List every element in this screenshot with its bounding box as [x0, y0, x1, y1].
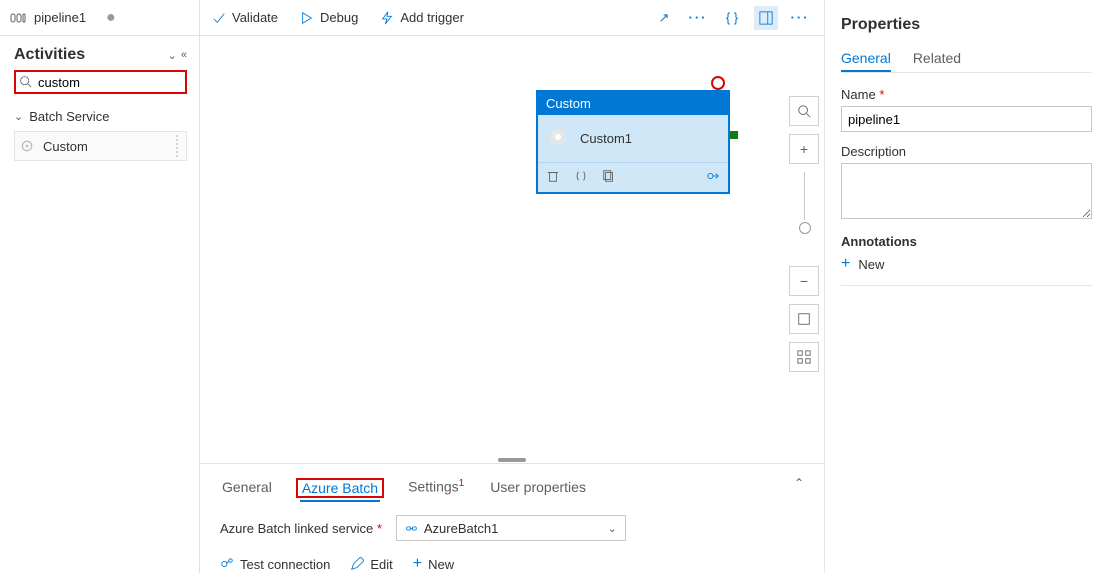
- connection-icon: [220, 557, 234, 571]
- node-header: Custom: [538, 92, 728, 115]
- add-annotation-button[interactable]: + New: [841, 255, 1092, 273]
- linked-service-label: Azure Batch linked service *: [220, 521, 382, 536]
- zoom-out-button[interactable]: −: [789, 266, 819, 296]
- zoom-track[interactable]: [804, 172, 805, 220]
- code-icon[interactable]: [574, 169, 588, 186]
- activities-search-input[interactable]: [14, 70, 187, 94]
- collapse-left-icon[interactable]: «: [181, 49, 187, 62]
- unsaved-indicator: ●: [106, 9, 116, 27]
- activity-custom[interactable]: Custom: [14, 131, 187, 161]
- new-linked-service-button[interactable]: + New: [413, 555, 454, 573]
- tab-azure-batch[interactable]: Azure Batch: [300, 476, 380, 502]
- linked-service-select[interactable]: AzureBatch1 ⌄: [396, 515, 626, 541]
- debug-button[interactable]: Debug: [300, 10, 358, 25]
- collapse-panel-icon[interactable]: ⌃: [794, 476, 804, 490]
- plus-icon: +: [841, 255, 850, 273]
- copy-icon[interactable]: [602, 169, 616, 186]
- tab-settings[interactable]: Settings1: [406, 474, 466, 501]
- activity-node-custom1[interactable]: Custom Custom1: [536, 90, 730, 194]
- tab-general[interactable]: General: [220, 475, 274, 501]
- pipeline-canvas[interactable]: Custom Custom1: [200, 36, 784, 463]
- gear-icon: [546, 125, 570, 152]
- autolay-button[interactable]: [789, 342, 819, 372]
- gear-icon: [19, 138, 35, 154]
- zoom-in-button[interactable]: +: [789, 134, 819, 164]
- toolbar-more-icon[interactable]: ···: [788, 6, 812, 30]
- node-label: Custom1: [580, 131, 632, 146]
- properties-heading: Properties: [841, 16, 1092, 34]
- drag-handle-icon[interactable]: [172, 135, 182, 157]
- collapse-down-icon[interactable]: ⌄: [168, 49, 177, 62]
- add-trigger-button[interactable]: Add trigger: [380, 10, 464, 25]
- chevron-down-icon: ⌄: [608, 522, 617, 535]
- pipeline-icon: [10, 10, 26, 26]
- batch-service-group[interactable]: ⌄ Batch Service: [14, 104, 187, 129]
- tab-user-properties[interactable]: User properties: [488, 475, 588, 501]
- activities-heading: Activities: [14, 46, 85, 64]
- description-field-label: Description: [841, 144, 1092, 159]
- name-input[interactable]: [841, 106, 1092, 132]
- edit-button[interactable]: Edit: [350, 557, 392, 572]
- activity-custom-label: Custom: [43, 139, 88, 154]
- expand-icon[interactable]: ↗: [652, 6, 676, 30]
- linked-service-value: AzureBatch1: [424, 521, 498, 536]
- output-arrow-icon[interactable]: [706, 169, 720, 186]
- description-textarea[interactable]: [841, 163, 1092, 219]
- props-tab-related[interactable]: Related: [913, 46, 961, 72]
- pencil-icon: [350, 557, 364, 571]
- batch-service-label: Batch Service: [29, 109, 109, 124]
- success-connector-stub[interactable]: [730, 131, 738, 139]
- search-icon: [19, 75, 32, 88]
- name-field-label: Name *: [841, 87, 1092, 102]
- delete-icon[interactable]: [546, 169, 560, 186]
- annotations-label: Annotations: [841, 234, 1092, 249]
- fit-screen-button[interactable]: [789, 304, 819, 334]
- json-icon[interactable]: { }: [720, 6, 744, 30]
- plus-icon: +: [413, 555, 422, 573]
- validation-circle-icon: [711, 76, 725, 90]
- test-connection-button[interactable]: Test connection: [220, 557, 330, 572]
- properties-toggle-icon[interactable]: [754, 6, 778, 30]
- header-more-icon[interactable]: ···: [686, 6, 710, 30]
- pipeline-tab[interactable]: pipeline1 ●: [0, 0, 199, 36]
- play-icon: [300, 11, 314, 25]
- zoom-search-button[interactable]: [789, 96, 819, 126]
- panel-resize-handle[interactable]: [498, 458, 526, 462]
- link-icon: [405, 522, 418, 535]
- zoom-thumb[interactable]: [799, 222, 811, 234]
- check-icon: [212, 11, 226, 25]
- validate-button[interactable]: Validate: [212, 10, 278, 25]
- lightning-icon: [380, 11, 394, 25]
- chevron-down-icon: ⌄: [14, 110, 23, 123]
- pipeline-tab-label: pipeline1: [34, 10, 86, 25]
- props-tab-general[interactable]: General: [841, 46, 891, 72]
